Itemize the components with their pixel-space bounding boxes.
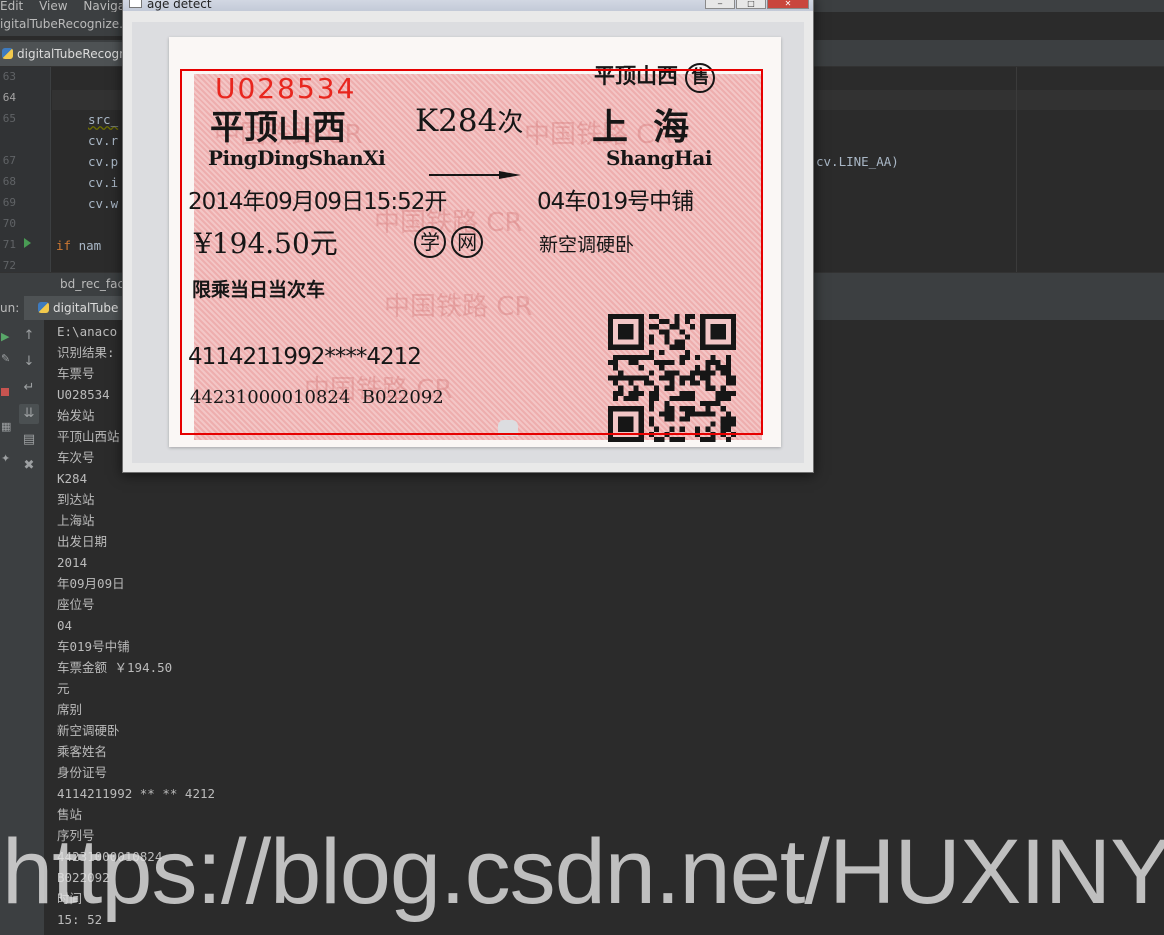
console-line: 上海站 — [57, 513, 95, 528]
print-icon[interactable]: ▤ — [19, 430, 39, 450]
window-icon — [129, 0, 142, 8]
project-tab[interactable]: igitalTubeRecognize. — [0, 12, 125, 36]
code-line: src_ — [88, 112, 119, 127]
image-window-title: age detect — [147, 0, 212, 11]
up-arrow-icon[interactable]: ↑ — [19, 326, 39, 346]
code-if-rest: nam — [78, 238, 102, 253]
line-number: 72 — [2, 259, 16, 272]
stop-icon[interactable] — [1, 388, 9, 396]
code-line: cv.p — [88, 154, 119, 169]
close-button[interactable]: ✕ — [767, 0, 809, 9]
line-number: 68 — [2, 175, 16, 188]
image-window-titlebar[interactable]: age detect ‒ □ ✕ — [123, 0, 813, 11]
line-number: 67 — [2, 154, 16, 167]
minimize-button[interactable]: ‒ — [705, 0, 735, 9]
console-line: 始发站 — [57, 408, 95, 423]
console-line: E:\anaco — [57, 324, 118, 339]
console-line: 车票金额 ￥194.50 — [57, 660, 173, 675]
down-arrow-icon[interactable]: ↓ — [19, 352, 39, 372]
breadcrumb[interactable]: bd_rec_fac — [60, 277, 124, 291]
console-line: 身份证号 — [57, 765, 108, 780]
console-line: 车次号 — [57, 450, 95, 465]
code-line: cv.r — [88, 133, 119, 148]
line-number: 71 — [2, 238, 16, 251]
line-number: 64 — [2, 91, 16, 104]
console-line: 识别结果: — [57, 345, 115, 360]
console-line: 席别 — [57, 702, 83, 717]
code-line-tail: cv.LINE_AA) — [816, 154, 899, 169]
console-line: 4114211992 ** ** 4212 — [57, 786, 216, 801]
python-file-icon — [2, 48, 13, 59]
line-number: 65 — [2, 112, 16, 125]
console-line: 座位号 — [57, 597, 95, 612]
rerun-icon[interactable]: ▶ — [1, 330, 9, 343]
console-line: 2014 — [57, 555, 88, 570]
code-if-keyword: if — [56, 238, 72, 253]
soft-wrap-icon[interactable]: ↵ — [19, 378, 39, 398]
console-line: 车019号中铺 — [57, 639, 130, 654]
pin-icon[interactable]: ✦ — [1, 452, 10, 465]
console-line: 新空调硬卧 — [57, 723, 120, 738]
run-tab[interactable]: digitalTube — [24, 296, 125, 320]
code-line: cv.w — [88, 196, 119, 211]
line-number: 70 — [2, 217, 16, 230]
code-line: cv.i — [88, 175, 119, 190]
line-number-gutter: 63 64 65 67 68 69 70 71 72 — [0, 67, 51, 272]
console-line: 乘客姓名 — [57, 744, 108, 759]
line-number: 63 — [2, 70, 16, 83]
window-controls: ‒ □ ✕ — [704, 0, 809, 9]
line-number: 69 — [2, 196, 16, 209]
menu-edit[interactable]: Edit — [0, 0, 23, 12]
console-line: 到达站 — [57, 492, 95, 507]
console-line: 出发日期 — [57, 534, 108, 549]
run-tab-label: digitalTube — [53, 301, 119, 315]
console-line: 元 — [57, 681, 70, 696]
ticket-image: 中国铁路 CR 中国铁路 CR 中国铁路 CR 中国铁路 CR 中国铁路 CR … — [132, 22, 804, 463]
menu-view[interactable]: View — [39, 0, 67, 12]
blog-watermark: https://blog.csdn.net/HUXINY — [2, 821, 1164, 923]
python-run-icon — [38, 302, 49, 313]
right-margin-guide — [1016, 67, 1017, 272]
wrench-icon[interactable]: ✎ — [1, 352, 10, 365]
console-line: 车票号 — [57, 366, 95, 381]
image-window[interactable]: age detect ‒ □ ✕ 中国铁路 CR 中国铁路 CR 中国铁路 CR 中… — [122, 0, 814, 473]
detection-box — [180, 69, 763, 435]
layout-icon[interactable]: ▦ — [1, 420, 11, 433]
console-line: 04 — [57, 618, 73, 633]
trash-icon[interactable]: ✖ — [19, 456, 39, 476]
console-line: U028534 — [57, 387, 110, 402]
console-line: 平顶山西站 — [57, 429, 120, 444]
run-label: un: — [0, 301, 20, 315]
maximize-button[interactable]: □ — [736, 0, 766, 9]
run-gutter-icon[interactable] — [24, 238, 31, 248]
editor-tab-active[interactable]: digitalTubeRecogn — [0, 42, 135, 66]
console-line: 年09月09日 — [57, 576, 125, 591]
scroll-to-end-icon[interactable]: ⇊ — [19, 404, 39, 424]
console-line: K284 — [57, 471, 88, 486]
editor-tab-label: digitalTubeRecogn — [17, 47, 127, 61]
